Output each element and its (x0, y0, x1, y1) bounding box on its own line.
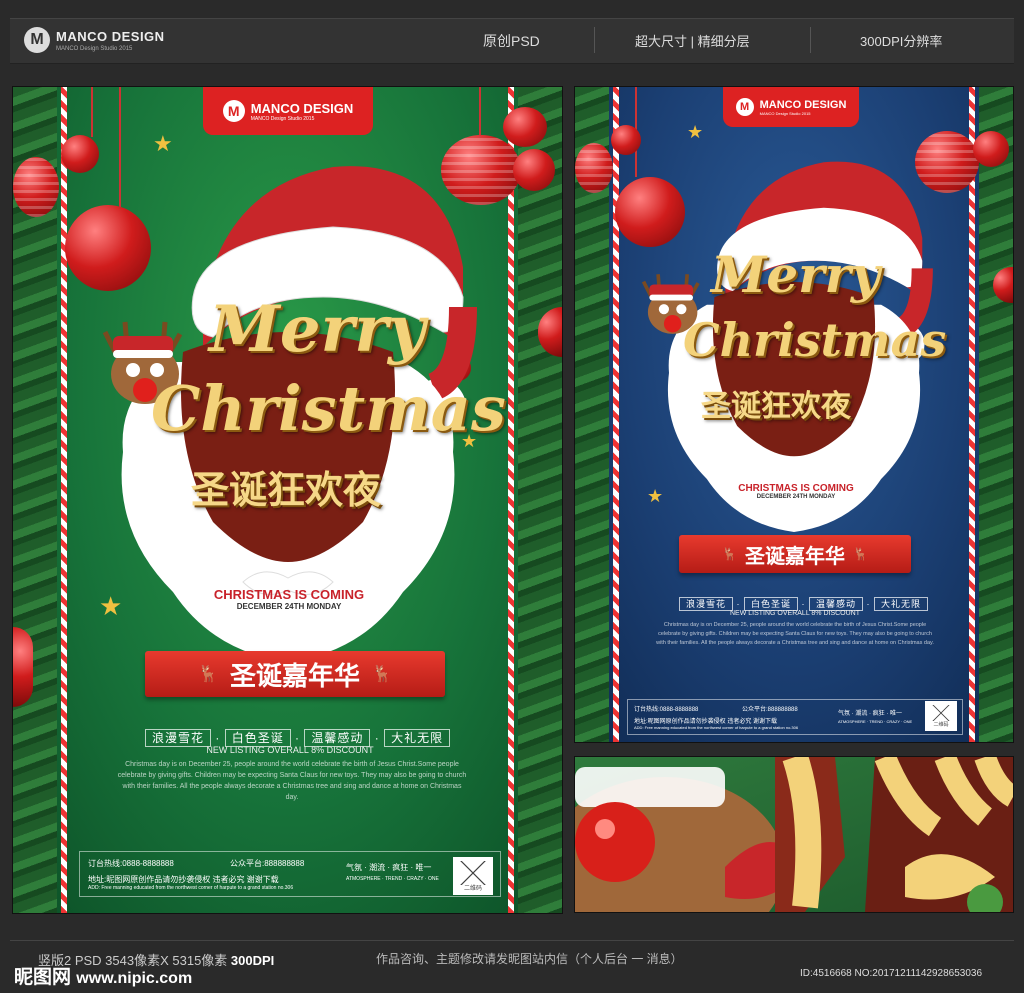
body-text: Christmas day is on December 25, people … (656, 622, 934, 646)
listing-text: NEW LISTING OVERALL 8% DISCOUNT (206, 745, 374, 755)
poster-green: M MANCO DESIGN MANCO Design Studio 2015 … (12, 86, 563, 914)
merry-title: Merry (209, 292, 426, 367)
logo-subtext: MANCO Design Studio 2015 (759, 110, 811, 116)
slogan-item: 浪漫雪花 (679, 597, 734, 611)
address-en-text: ADD: Free manning educated from the nort… (634, 725, 799, 730)
poster-footer: 订台热线:0888-8888888 公众平台:888888888 地址:昵图网原… (627, 699, 963, 735)
watermark-logo: 昵图网 www.nipic.com (14, 962, 192, 989)
listing-text: NEW LISTING OVERALL 8% DISCOUNT (729, 610, 861, 617)
coming-date: DECEMBER 24TH MONDAY (236, 602, 342, 611)
brand-text-group: MANCO DESIGN MANCO Design Studio 2015 (56, 28, 165, 52)
slogan-item: 温馨感动 (809, 597, 864, 611)
carnival-ribbon: 🦌 圣诞嘉年华 🦌 (679, 535, 911, 573)
body-text: Christmas day is on December 25, people … (117, 761, 467, 801)
ribbon-text: 圣诞嘉年华 (745, 545, 845, 568)
ornament-ball-icon (13, 157, 59, 217)
top-header-bar: M MANCO DESIGN MANCO Design Studio 2015 … (10, 18, 1014, 64)
candy-stripe-left (613, 87, 619, 742)
image-id: ID:4516668 NO:20171211142928653036 (800, 968, 983, 979)
qr-code: 二维码 (925, 701, 957, 731)
ribbon-text: 圣诞嘉年华 (229, 660, 360, 691)
reindeer-silhouette-icon: 🦌 (853, 547, 868, 561)
chinese-title: 圣诞狂欢夜 (701, 390, 851, 423)
poster-blue: M MANCO DESIGN MANCO Design Studio 2015 … (574, 86, 1014, 743)
detail-reindeer-icon (575, 757, 1013, 912)
reindeer-silhouette-icon: 🦌 (722, 547, 737, 561)
ornament-ball-icon (13, 627, 33, 707)
christmas-coming-text: CHRISTMAS IS COMING DECEMBER 24TH MONDAY (209, 587, 369, 611)
header-divider (810, 27, 811, 53)
hotline-text: 订台热线:0888-8888888 (634, 707, 699, 713)
coming-label: CHRISTMAS IS COMING (213, 587, 365, 602)
detail-crop (574, 756, 1014, 913)
christmas-coming-text: CHRISTMAS IS COMING DECEMBER 24TH MONDAY (731, 483, 861, 500)
watermark-name: 昵图网 (14, 967, 72, 988)
logo-text: MANCO DESIGN (250, 100, 354, 116)
brand-name: MANCO DESIGN (56, 29, 165, 44)
header-divider (594, 27, 595, 53)
logo-text-group: MANCO DESIGN MANCO Design Studio 2015 (760, 99, 847, 116)
slogan-item: 白色圣诞 (744, 597, 799, 611)
candy-stripe-right (969, 87, 975, 742)
ornament-ball-icon (575, 143, 613, 193)
slogan-row: 浪漫雪花 · 白色圣诞 · 温馨感动 · 大礼无限 (145, 729, 451, 747)
brand-logo-icon: M (24, 27, 50, 53)
logo-text: MANCO DESIGN (759, 98, 847, 111)
slogan-row: 浪漫雪花 · 白色圣诞 · 温馨感动 · 大礼无限 (679, 597, 929, 611)
garland-right (518, 87, 562, 913)
slogan-item: 大礼无限 (874, 597, 929, 611)
christmas-title: Christmas (683, 313, 947, 367)
address-text: 地址:昵图网原创作品请勿抄袭侵权 违者必究 谢谢下载 (634, 719, 778, 725)
ornament-string (119, 87, 121, 207)
brand: M MANCO DESIGN MANCO Design Studio 2015 (24, 27, 165, 53)
merry-title: Merry (711, 245, 880, 304)
spec-dpi: 300DPI (230, 953, 275, 968)
header-item-size: 超大尺寸 | 精细分层 (635, 34, 750, 49)
coming-label: CHRISTMAS IS COMING (738, 483, 854, 494)
carnival-ribbon: 🦌 圣诞嘉年华 🦌 (145, 651, 445, 697)
ornament-ball-icon (503, 107, 547, 147)
garland-right (979, 87, 1013, 742)
atmosphere-text: 气氛 · 潮流 · 疯狂 · 唯一 (838, 711, 902, 717)
coming-date: DECEMBER 24TH MONDAY (756, 494, 836, 500)
header-item-original-psd: 原创PSD (483, 33, 540, 49)
candy-stripe-right (508, 87, 514, 913)
hotline-text: 订台热线:0888-8888888 (88, 859, 174, 868)
logo-text-group: MANCO DESIGN MANCO Design Studio 2015 (251, 101, 354, 122)
chinese-title: 圣诞狂欢夜 (191, 470, 382, 512)
atmosphere-en-text: ATMOSPHERE · TREND · CRAZY · ONE (346, 876, 439, 882)
logo-m-icon: M (222, 100, 245, 122)
reindeer-silhouette-icon: 🦌 (198, 666, 218, 683)
poster-logo: M MANCO DESIGN MANCO Design Studio 2015 (203, 87, 373, 135)
ornament-string (479, 87, 481, 137)
christmas-title: Christmas (151, 372, 506, 445)
ornament-ball-icon (65, 205, 151, 291)
watermark-url: www.nipic.com (76, 970, 193, 987)
platform-text: 公众平台:888888888 (742, 707, 798, 713)
address-en-text: ADD: Free manning educated from the nort… (88, 885, 294, 891)
ornament-ball-icon (611, 125, 641, 155)
logo-subtext: MANCO Design Studio 2015 (250, 115, 315, 122)
brand-subtitle: MANCO Design Studio 2015 (56, 46, 133, 52)
atmosphere-en-text: ATMOSPHERE · TREND · CRAZY · ONE (838, 719, 913, 724)
poster-footer: 订台热线:0888-8888888 公众平台:888888888 地址:昵图网原… (79, 851, 501, 897)
candy-stripe-left (61, 87, 67, 913)
ornament-ball-icon (973, 131, 1009, 167)
reindeer-silhouette-icon: 🦌 (372, 666, 392, 683)
ornament-ball-icon (615, 177, 685, 247)
poster-logo: M MANCO DESIGN MANCO Design Studio 2015 (723, 87, 859, 127)
consult-text: 作品咨询、主题修改请发昵图站内信（个人后台 一 消息） (376, 952, 683, 966)
ornament-ball-icon (61, 135, 99, 173)
qr-code: 二维码 (453, 857, 493, 895)
logo-m-icon: M (735, 98, 754, 116)
atmosphere-text: 气氛 · 潮流 · 疯狂 · 唯一 (346, 863, 432, 872)
address-text: 地址:昵图网原创作品请勿抄袭侵权 违者必究 谢谢下载 (88, 875, 279, 884)
platform-text: 公众平台:888888888 (230, 859, 305, 868)
star-icon: ★ (687, 122, 704, 142)
ornament-string (91, 87, 93, 137)
ornament-ball-icon (513, 149, 555, 191)
header-item-dpi: 300DPI分辨率 (860, 34, 943, 49)
